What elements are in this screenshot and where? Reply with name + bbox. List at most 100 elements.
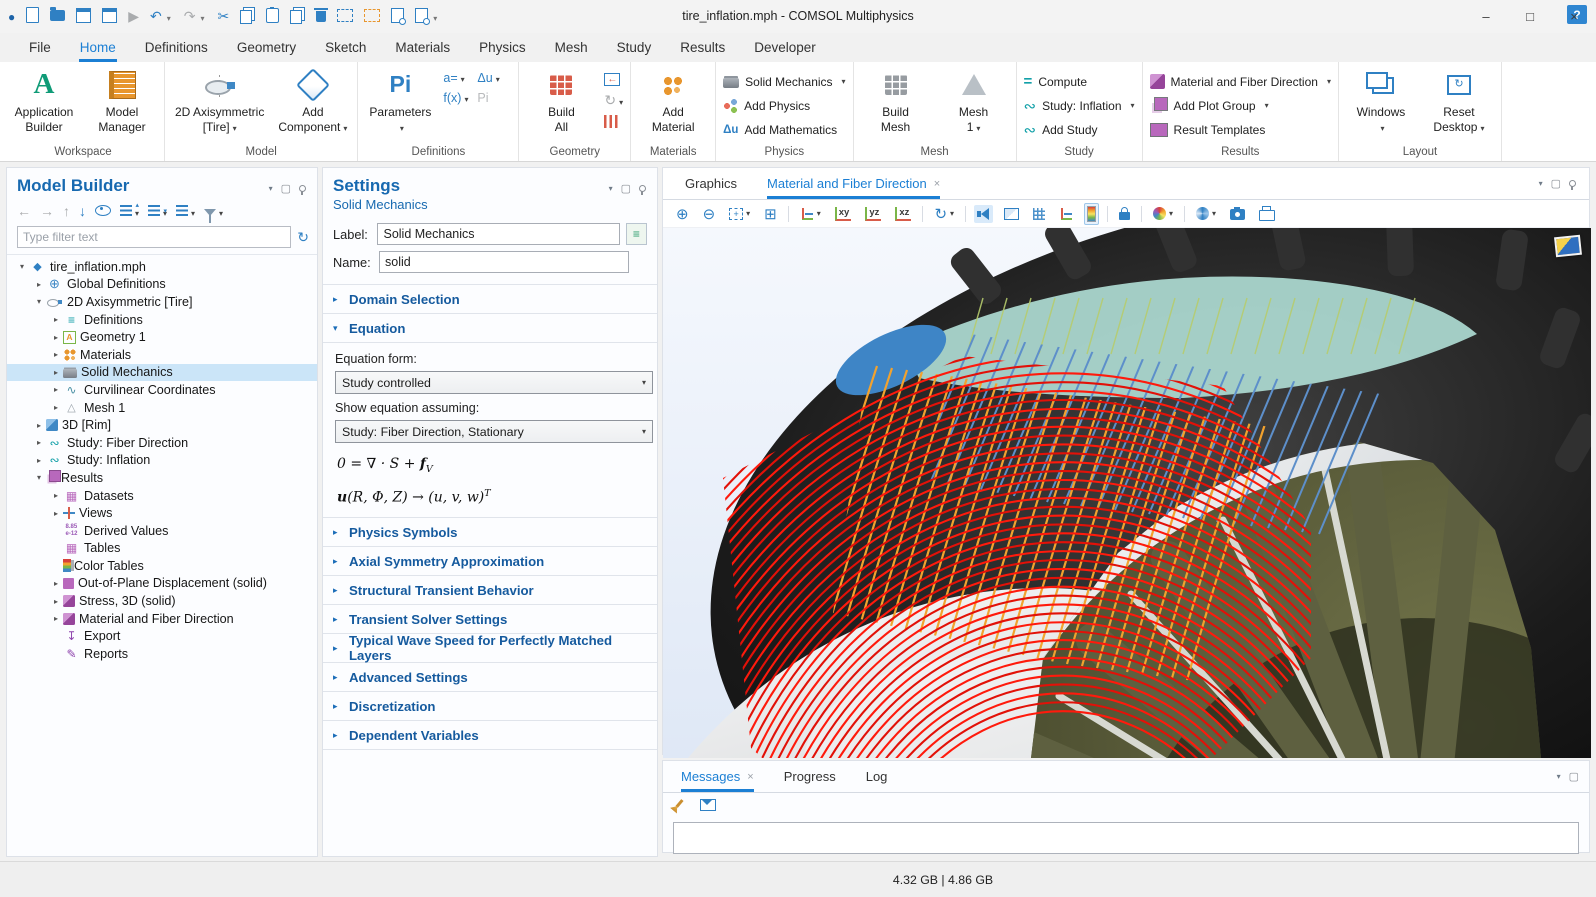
tree-item-results[interactable]: ▾Results <box>7 469 317 487</box>
ribbon-button-a[interactable]: a=▾ <box>443 71 477 85</box>
section-discretization[interactable]: ▸Discretization <box>323 692 657 721</box>
camera-button[interactable] <box>1227 204 1248 223</box>
equation-form-select[interactable]: Study controlled ▾ <box>335 371 653 394</box>
ribbon-button-2d-axisymmetric-tire[interactable]: 2D Axisymmetric[Tire]▾ <box>172 65 267 134</box>
delete-button[interactable] <box>316 8 326 25</box>
undo-button[interactable]: ↶ <box>150 8 162 25</box>
save-button[interactable] <box>76 8 91 26</box>
ribbon-button-pi[interactable]: Pi <box>477 91 511 105</box>
tab-progress[interactable]: Progress <box>784 761 836 792</box>
tree-item-tire-inflation-mph[interactable]: ▾◆tire_inflation.mph <box>7 258 317 276</box>
environment-button[interactable]: ▾ <box>1193 204 1219 223</box>
chevron-down-icon[interactable]: ▾ <box>609 184 613 193</box>
go-back-button[interactable]: ← <box>17 203 31 219</box>
float-panel-icon[interactable]: ▢ <box>1569 770 1579 783</box>
view-xz-button[interactable]: xz <box>892 204 914 224</box>
ribbon-button-mesh-1[interactable]: Mesh1▾ <box>939 65 1009 134</box>
ribbon-button-add-material[interactable]: AddMaterial <box>638 65 708 134</box>
ribbon-button-u[interactable]: Δu▾ <box>477 71 511 85</box>
tree-item-export[interactable]: ↧Export <box>7 627 317 645</box>
ribbon-button-build-all[interactable]: BuildAll <box>526 65 596 134</box>
menu-tab-materials[interactable]: Materials <box>394 33 451 62</box>
section-domain-selection[interactable]: ▸Domain Selection <box>323 285 657 314</box>
tree-item-stress-3d-solid[interactable]: ▸Stress, 3D (solid) <box>7 592 317 610</box>
orientation-axes-button[interactable] <box>1056 204 1076 224</box>
section-axial-symmetry-approximation[interactable]: ▸Axial Symmetry Approximation <box>323 547 657 576</box>
ribbon-button-add-study[interactable]: ∾Add Study <box>1024 120 1135 139</box>
tree-expander-icon[interactable]: ▸ <box>49 597 63 606</box>
label-field-input[interactable] <box>377 223 619 245</box>
import-geometry-button[interactable]: ← <box>604 70 620 86</box>
menu-tab-developer[interactable]: Developer <box>753 33 817 62</box>
chevron-down-icon[interactable]: ▾ <box>1557 772 1561 781</box>
tree-item-solid-mechanics[interactable]: ▸Solid Mechanics <box>7 364 317 382</box>
section-transient-solver-settings[interactable]: ▸Transient Solver Settings <box>323 605 657 634</box>
tab-log[interactable]: Log <box>866 761 888 792</box>
ribbon-button-parameters[interactable]: PiParameters▾ <box>365 65 435 134</box>
show-equation-select[interactable]: Study: Fiber Direction, Stationary ▾ <box>335 420 653 443</box>
search-document-button[interactable] <box>415 8 428 26</box>
tree-expander-icon[interactable]: ▾ <box>15 262 29 271</box>
ribbon-button-reset-desktop[interactable]: ↻ResetDesktop▾ <box>1424 65 1494 134</box>
ribbon-button-material-and-fiber-direction[interactable]: Material and Fiber Direction▾ <box>1150 72 1331 91</box>
preview-document-button[interactable] <box>391 8 404 26</box>
menu-tab-home[interactable]: Home <box>79 33 117 62</box>
menu-tab-definitions[interactable]: Definitions <box>144 33 209 62</box>
ribbon-button-compute[interactable]: =Compute <box>1024 72 1135 91</box>
tab-messages[interactable]: Messages× <box>681 761 754 792</box>
ribbon-button-build-mesh[interactable]: BuildMesh <box>861 65 931 134</box>
tree-item-views[interactable]: ▸Views <box>7 504 317 522</box>
float-panel-icon[interactable]: ▢ <box>621 182 631 195</box>
zoom-extents-button[interactable]: ⊞ <box>761 202 780 226</box>
graphics-viewport[interactable] <box>663 228 1591 758</box>
tree-expander-icon[interactable]: ▸ <box>32 280 46 289</box>
tree-expander-icon[interactable]: ▸ <box>49 491 63 500</box>
section-typical-wave-speed-for-perfectly-matched-layers[interactable]: ▸Typical Wave Speed for Perfectly Matche… <box>323 634 657 663</box>
node-text-button[interactable]: ▾ <box>176 204 195 219</box>
tree-item-3d-rim[interactable]: ▸3D [Rim] <box>7 416 317 434</box>
run-button[interactable]: ▶ <box>128 8 139 25</box>
comsol-logo-button[interactable]: ● <box>8 9 15 24</box>
tree-expander-icon[interactable]: ▸ <box>49 614 63 623</box>
section-dependent-variables[interactable]: ▸Dependent Variables <box>323 721 657 750</box>
section-advanced-settings[interactable]: ▸Advanced Settings <box>323 663 657 692</box>
virtual-operations-button[interactable] <box>604 115 618 131</box>
chevron-down-icon[interactable]: ▾ <box>269 184 273 193</box>
float-panel-icon[interactable]: ▢ <box>1551 177 1561 190</box>
ribbon-button-add-plot-group[interactable]: Add Plot Group▾ <box>1150 96 1331 115</box>
section-structural-transient-behavior[interactable]: ▸Structural Transient Behavior <box>323 576 657 605</box>
select-frame-button[interactable] <box>337 9 353 25</box>
menu-tab-study[interactable]: Study <box>616 33 653 62</box>
ribbon-button-result-templates[interactable]: Result Templates <box>1150 120 1331 139</box>
move-down-button[interactable]: ↓ <box>79 203 86 219</box>
clear-selection-button[interactable] <box>364 9 380 25</box>
close-button[interactable]: × <box>1552 0 1596 33</box>
copy-messages-button[interactable] <box>697 796 719 814</box>
ribbon-button-windows[interactable]: Windows▾ <box>1346 65 1416 134</box>
go-to-view-button[interactable]: ▾ <box>797 204 824 224</box>
expand-button[interactable]: ▾ <box>120 204 139 219</box>
tree-item-definitions[interactable]: ▸≡Definitions <box>7 311 317 329</box>
rebuild-button[interactable]: ↻▾ <box>604 92 623 109</box>
tree-item-material-and-fiber-direction[interactable]: ▸Material and Fiber Direction <box>7 610 317 628</box>
tree-item-2d-axisymmetric-tire[interactable]: ▾2D Axisymmetric [Tire] <box>7 293 317 311</box>
ribbon-button-add-component[interactable]: AddComponent▾ <box>275 65 350 134</box>
tab-material-and-fiber-direction[interactable]: Material and Fiber Direction× <box>767 168 940 199</box>
zoom-out-button[interactable]: ⊖ <box>700 202 719 226</box>
tree-item-color-tables[interactable]: Color Tables <box>7 557 317 575</box>
name-field-input[interactable] <box>379 251 629 273</box>
tree-filter-input[interactable] <box>17 226 291 248</box>
tree-item-mesh-1[interactable]: ▸△Mesh 1 <box>7 399 317 417</box>
pin-icon[interactable] <box>299 185 306 192</box>
tree-expander-icon[interactable]: ▸ <box>49 385 63 394</box>
ribbon-button-add-mathematics[interactable]: ΔuAdd Mathematics <box>723 120 845 139</box>
maximize-button[interactable]: □ <box>1508 0 1552 33</box>
move-up-button[interactable]: ↑ <box>63 203 70 219</box>
zoom-in-button[interactable]: ⊕ <box>673 202 692 226</box>
copy-button[interactable] <box>240 7 255 27</box>
collapse-button[interactable]: ▾ <box>148 204 167 219</box>
menu-tab-mesh[interactable]: Mesh <box>554 33 589 62</box>
menu-tab-physics[interactable]: Physics <box>478 33 527 62</box>
tree-expander-icon[interactable]: ▸ <box>49 368 63 377</box>
color-legend-button[interactable] <box>1084 203 1099 225</box>
